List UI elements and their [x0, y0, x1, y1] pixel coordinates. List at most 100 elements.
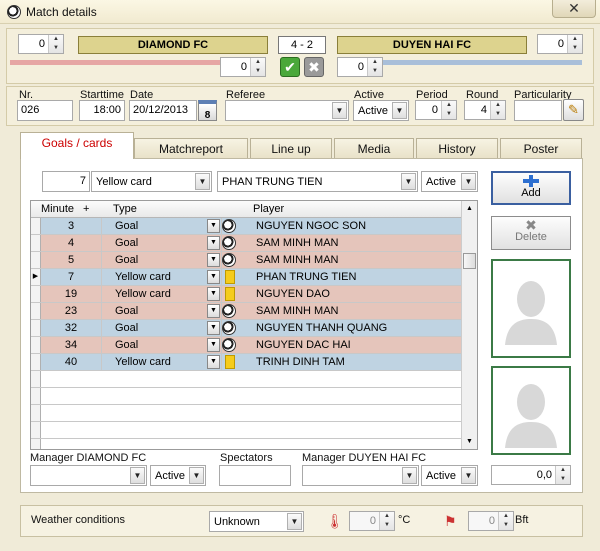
delete-button[interactable]: ✖ Delete [491, 216, 571, 250]
spin-arrows-icon[interactable]: ▲ ▼ [441, 101, 456, 119]
date-field[interactable]: 20/12/2013 [129, 100, 197, 121]
temperature-spin[interactable]: 0 ▲ ▼ [349, 511, 395, 531]
home-manager-photo[interactable] [491, 259, 571, 358]
tab-history[interactable]: History [416, 138, 498, 160]
table-row[interactable]: 34 Goal ▼ NGUYEN DAC HAI [31, 337, 463, 354]
calendar-icon[interactable]: 8 [198, 100, 217, 121]
col-type[interactable]: Type [113, 203, 137, 215]
type-select[interactable]: Yellow card ▼ [91, 171, 212, 192]
row-type: Goal [115, 305, 139, 317]
chevron-down-icon[interactable]: ▼ [207, 236, 220, 250]
col-add[interactable]: + [83, 203, 89, 215]
chevron-down-icon[interactable]: ▼ [130, 467, 145, 484]
chevron-down-icon[interactable]: ▼ [207, 219, 220, 233]
spin-arrows-icon[interactable]: ▲ ▼ [555, 466, 570, 484]
table-row[interactable]: ▶ 7 Yellow card ▼ PHAN TRUNG TIEN [31, 269, 463, 286]
entry-status-select[interactable]: Active ▼ [421, 171, 478, 192]
particularity-field[interactable] [514, 100, 562, 121]
nr-field[interactable]: 026 [17, 100, 73, 121]
add-button[interactable]: Add [491, 171, 571, 205]
chevron-down-icon[interactable]: ▼ [207, 304, 220, 318]
row-indicator [31, 252, 41, 268]
scroll-thumb[interactable] [463, 253, 476, 269]
spin-arrows-icon[interactable]: ▲ ▼ [498, 512, 513, 530]
home-manager-status[interactable]: Active ▼ [150, 465, 206, 486]
home-spin[interactable]: 0 ▲ ▼ [18, 34, 64, 54]
row-player: NGUYEN THANH QUANG [256, 322, 388, 334]
close-button[interactable]: ✕ [552, 0, 596, 18]
tab-poster[interactable]: Poster [500, 138, 582, 160]
spin-arrows-icon[interactable]: ▲ ▼ [379, 512, 394, 530]
chevron-down-icon[interactable]: ▼ [461, 173, 476, 190]
row-indicator [31, 439, 41, 449]
chevron-down-icon[interactable]: ▼ [189, 467, 204, 484]
chevron-down-icon[interactable]: ▼ [207, 270, 220, 284]
pencil-edit-icon[interactable]: ✎ [563, 99, 584, 121]
column-divider [221, 235, 222, 251]
away-manager-status[interactable]: Active ▼ [421, 465, 478, 486]
home-manager-label: Manager DIAMOND FC [30, 452, 147, 464]
player-select[interactable]: PHAN TRUNG TIEN ▼ [217, 171, 418, 192]
minute-entry[interactable]: 7 [42, 171, 90, 192]
table-row[interactable]: 4 Goal ▼ SAM MINH MAN [31, 235, 463, 252]
spin-arrows-icon[interactable]: ▲ ▼ [48, 35, 63, 53]
weather-condition-select[interactable]: Unknown ▼ [209, 511, 304, 532]
table-row[interactable]: 5 Goal ▼ SAM MINH MAN [31, 252, 463, 269]
chevron-down-icon[interactable]: ▼ [461, 467, 476, 484]
scroll-up-icon[interactable]: ▲ [462, 201, 477, 216]
col-minute[interactable]: Minute [41, 203, 74, 215]
period-spin[interactable]: 0 ▲ ▼ [415, 100, 457, 120]
column-divider [101, 218, 102, 234]
table-row[interactable]: 40 Yellow card ▼ TRINH DINH TAM [31, 354, 463, 371]
home-score-input[interactable]: 0 ▲ ▼ [220, 57, 266, 77]
table-row[interactable]: 23 Goal ▼ SAM MINH MAN [31, 303, 463, 320]
amount-spin[interactable]: 0,0 ▲ ▼ [491, 465, 571, 485]
spin-arrows-icon[interactable]: ▲ ▼ [250, 58, 265, 76]
starttime-field[interactable]: 18:00 [79, 100, 125, 121]
referee-select[interactable]: ▼ [225, 100, 349, 121]
active-select[interactable]: Active ▼ [353, 100, 409, 121]
chevron-down-icon[interactable]: ▼ [402, 467, 417, 484]
chevron-down-icon[interactable]: ▼ [332, 102, 347, 119]
table-row[interactable]: 32 Goal ▼ NGUYEN THANH QUANG [31, 320, 463, 337]
away-spin[interactable]: 0 ▲ ▼ [537, 34, 583, 54]
empty-row[interactable] [31, 405, 463, 422]
spectators-field[interactable] [219, 465, 291, 486]
chevron-down-icon[interactable]: ▼ [287, 513, 302, 530]
away-manager-select[interactable]: ▼ [302, 465, 419, 486]
row-indicator [31, 388, 41, 404]
scroll-down-icon[interactable]: ▼ [462, 434, 477, 449]
chevron-down-icon[interactable]: ▼ [207, 355, 220, 369]
empty-row[interactable] [31, 422, 463, 439]
table-row[interactable]: 3 Goal ▼ NGUYEN NGOC SON [31, 218, 463, 235]
tab-goals-cards[interactable]: Goals / cards [20, 132, 134, 159]
tab-matchreport[interactable]: Matchreport [134, 138, 248, 160]
chevron-down-icon[interactable]: ▼ [401, 173, 416, 190]
empty-row[interactable] [31, 388, 463, 405]
col-player[interactable]: Player [253, 203, 284, 215]
chevron-down-icon[interactable]: ▼ [207, 338, 220, 352]
spin-arrows-icon[interactable]: ▲ ▼ [490, 101, 505, 119]
column-divider [221, 337, 222, 353]
tab-media[interactable]: Media [334, 138, 414, 160]
away-score-input[interactable]: 0 ▲ ▼ [337, 57, 383, 77]
wind-spin[interactable]: 0 ▲ ▼ [468, 511, 514, 531]
chevron-down-icon[interactable]: ▼ [207, 287, 220, 301]
spin-arrows-icon[interactable]: ▲ ▼ [367, 58, 382, 76]
grid-scrollbar[interactable]: ▲ ▼ [461, 201, 477, 449]
cancel-x-icon[interactable]: ✖ [304, 57, 324, 77]
empty-row[interactable] [31, 371, 463, 388]
row-indicator [31, 337, 41, 353]
chevron-down-icon[interactable]: ▼ [207, 253, 220, 267]
confirm-check-icon[interactable]: ✔ [280, 57, 300, 77]
round-spin[interactable]: 4 ▲ ▼ [464, 100, 506, 120]
table-row[interactable]: 19 Yellow card ▼ NGUYEN DAO [31, 286, 463, 303]
tab-line-up[interactable]: Line up [250, 138, 332, 160]
spin-arrows-icon[interactable]: ▲ ▼ [567, 35, 582, 53]
chevron-down-icon[interactable]: ▼ [195, 173, 210, 190]
home-manager-select[interactable]: ▼ [30, 465, 147, 486]
empty-row[interactable] [31, 439, 463, 449]
chevron-down-icon[interactable]: ▼ [392, 102, 407, 119]
chevron-down-icon[interactable]: ▼ [207, 321, 220, 335]
away-manager-photo[interactable] [491, 366, 571, 455]
